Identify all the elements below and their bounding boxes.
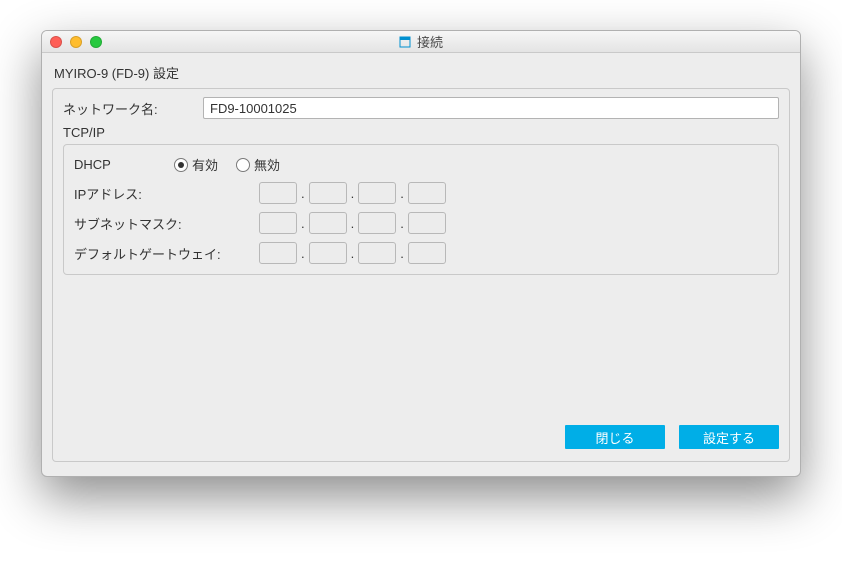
network-name-input[interactable]	[203, 97, 779, 119]
subnet-octet-1[interactable]	[259, 212, 297, 234]
dhcp-disabled-label: 無効	[254, 155, 280, 174]
dot-icon: .	[301, 216, 305, 231]
gateway-octet-1[interactable]	[259, 242, 297, 264]
dot-icon: .	[301, 186, 305, 201]
window-controls	[50, 36, 102, 48]
ip-row: IPアドレス: . . .	[74, 182, 768, 204]
close-window-icon[interactable]	[50, 36, 62, 48]
gateway-octet-2[interactable]	[309, 242, 347, 264]
dot-icon: .	[301, 246, 305, 261]
subnet-octet-2[interactable]	[309, 212, 347, 234]
dhcp-enabled-radio[interactable]: 有効	[174, 155, 218, 174]
dhcp-disabled-radio[interactable]: 無効	[236, 155, 280, 174]
tcpip-panel: DHCP 有効 無効 IPアドレス:	[63, 144, 779, 275]
ip-octet-4[interactable]	[408, 182, 446, 204]
ip-octet-2[interactable]	[309, 182, 347, 204]
gateway-octet-4[interactable]	[408, 242, 446, 264]
dot-icon: .	[400, 216, 404, 231]
dot-icon: .	[400, 246, 404, 261]
subnet-octet-4[interactable]	[408, 212, 446, 234]
network-name-label: ネットワーク名:	[63, 99, 203, 118]
subnet-label: サブネットマスク:	[74, 214, 224, 233]
subnet-octet-3[interactable]	[358, 212, 396, 234]
ip-label: IPアドレス:	[74, 184, 224, 203]
dhcp-label: DHCP	[74, 157, 174, 172]
gateway-octets: . . .	[259, 242, 446, 264]
window-title: 接続	[42, 32, 800, 51]
dot-icon: .	[400, 186, 404, 201]
footer-buttons: 閉じる 設定する	[63, 275, 779, 451]
dhcp-enabled-label: 有効	[192, 155, 218, 174]
dot-icon: .	[351, 246, 355, 261]
dot-icon: .	[351, 186, 355, 201]
dhcp-row: DHCP 有効 無効	[74, 155, 768, 174]
tcpip-section-title: TCP/IP	[63, 125, 779, 140]
content-area: MYIRO-9 (FD-9) 設定 ネットワーク名: TCP/IP DHCP 有…	[42, 53, 800, 476]
radio-icon	[236, 158, 250, 172]
dhcp-radio-group: 有効 無効	[174, 155, 280, 174]
ip-octet-1[interactable]	[259, 182, 297, 204]
subnet-octets: . . .	[259, 212, 446, 234]
minimize-window-icon[interactable]	[70, 36, 82, 48]
page-title: MYIRO-9 (FD-9) 設定	[54, 63, 788, 82]
close-button[interactable]: 閉じる	[565, 425, 665, 449]
network-name-row: ネットワーク名:	[63, 97, 779, 119]
app-icon	[399, 36, 411, 48]
settings-window: 接続 MYIRO-9 (FD-9) 設定 ネットワーク名: TCP/IP DHC…	[41, 30, 801, 477]
gateway-octet-3[interactable]	[358, 242, 396, 264]
dot-icon: .	[351, 216, 355, 231]
settings-panel: ネットワーク名: TCP/IP DHCP 有効 無効	[52, 88, 790, 462]
maximize-window-icon[interactable]	[90, 36, 102, 48]
ip-octet-3[interactable]	[358, 182, 396, 204]
radio-icon	[174, 158, 188, 172]
apply-button[interactable]: 設定する	[679, 425, 779, 449]
titlebar: 接続	[42, 31, 800, 53]
subnet-row: サブネットマスク: . . .	[74, 212, 768, 234]
ip-octets: . . .	[259, 182, 446, 204]
gateway-row: デフォルトゲートウェイ: . . .	[74, 242, 768, 264]
gateway-label: デフォルトゲートウェイ:	[74, 244, 224, 263]
window-title-text: 接続	[417, 32, 443, 51]
